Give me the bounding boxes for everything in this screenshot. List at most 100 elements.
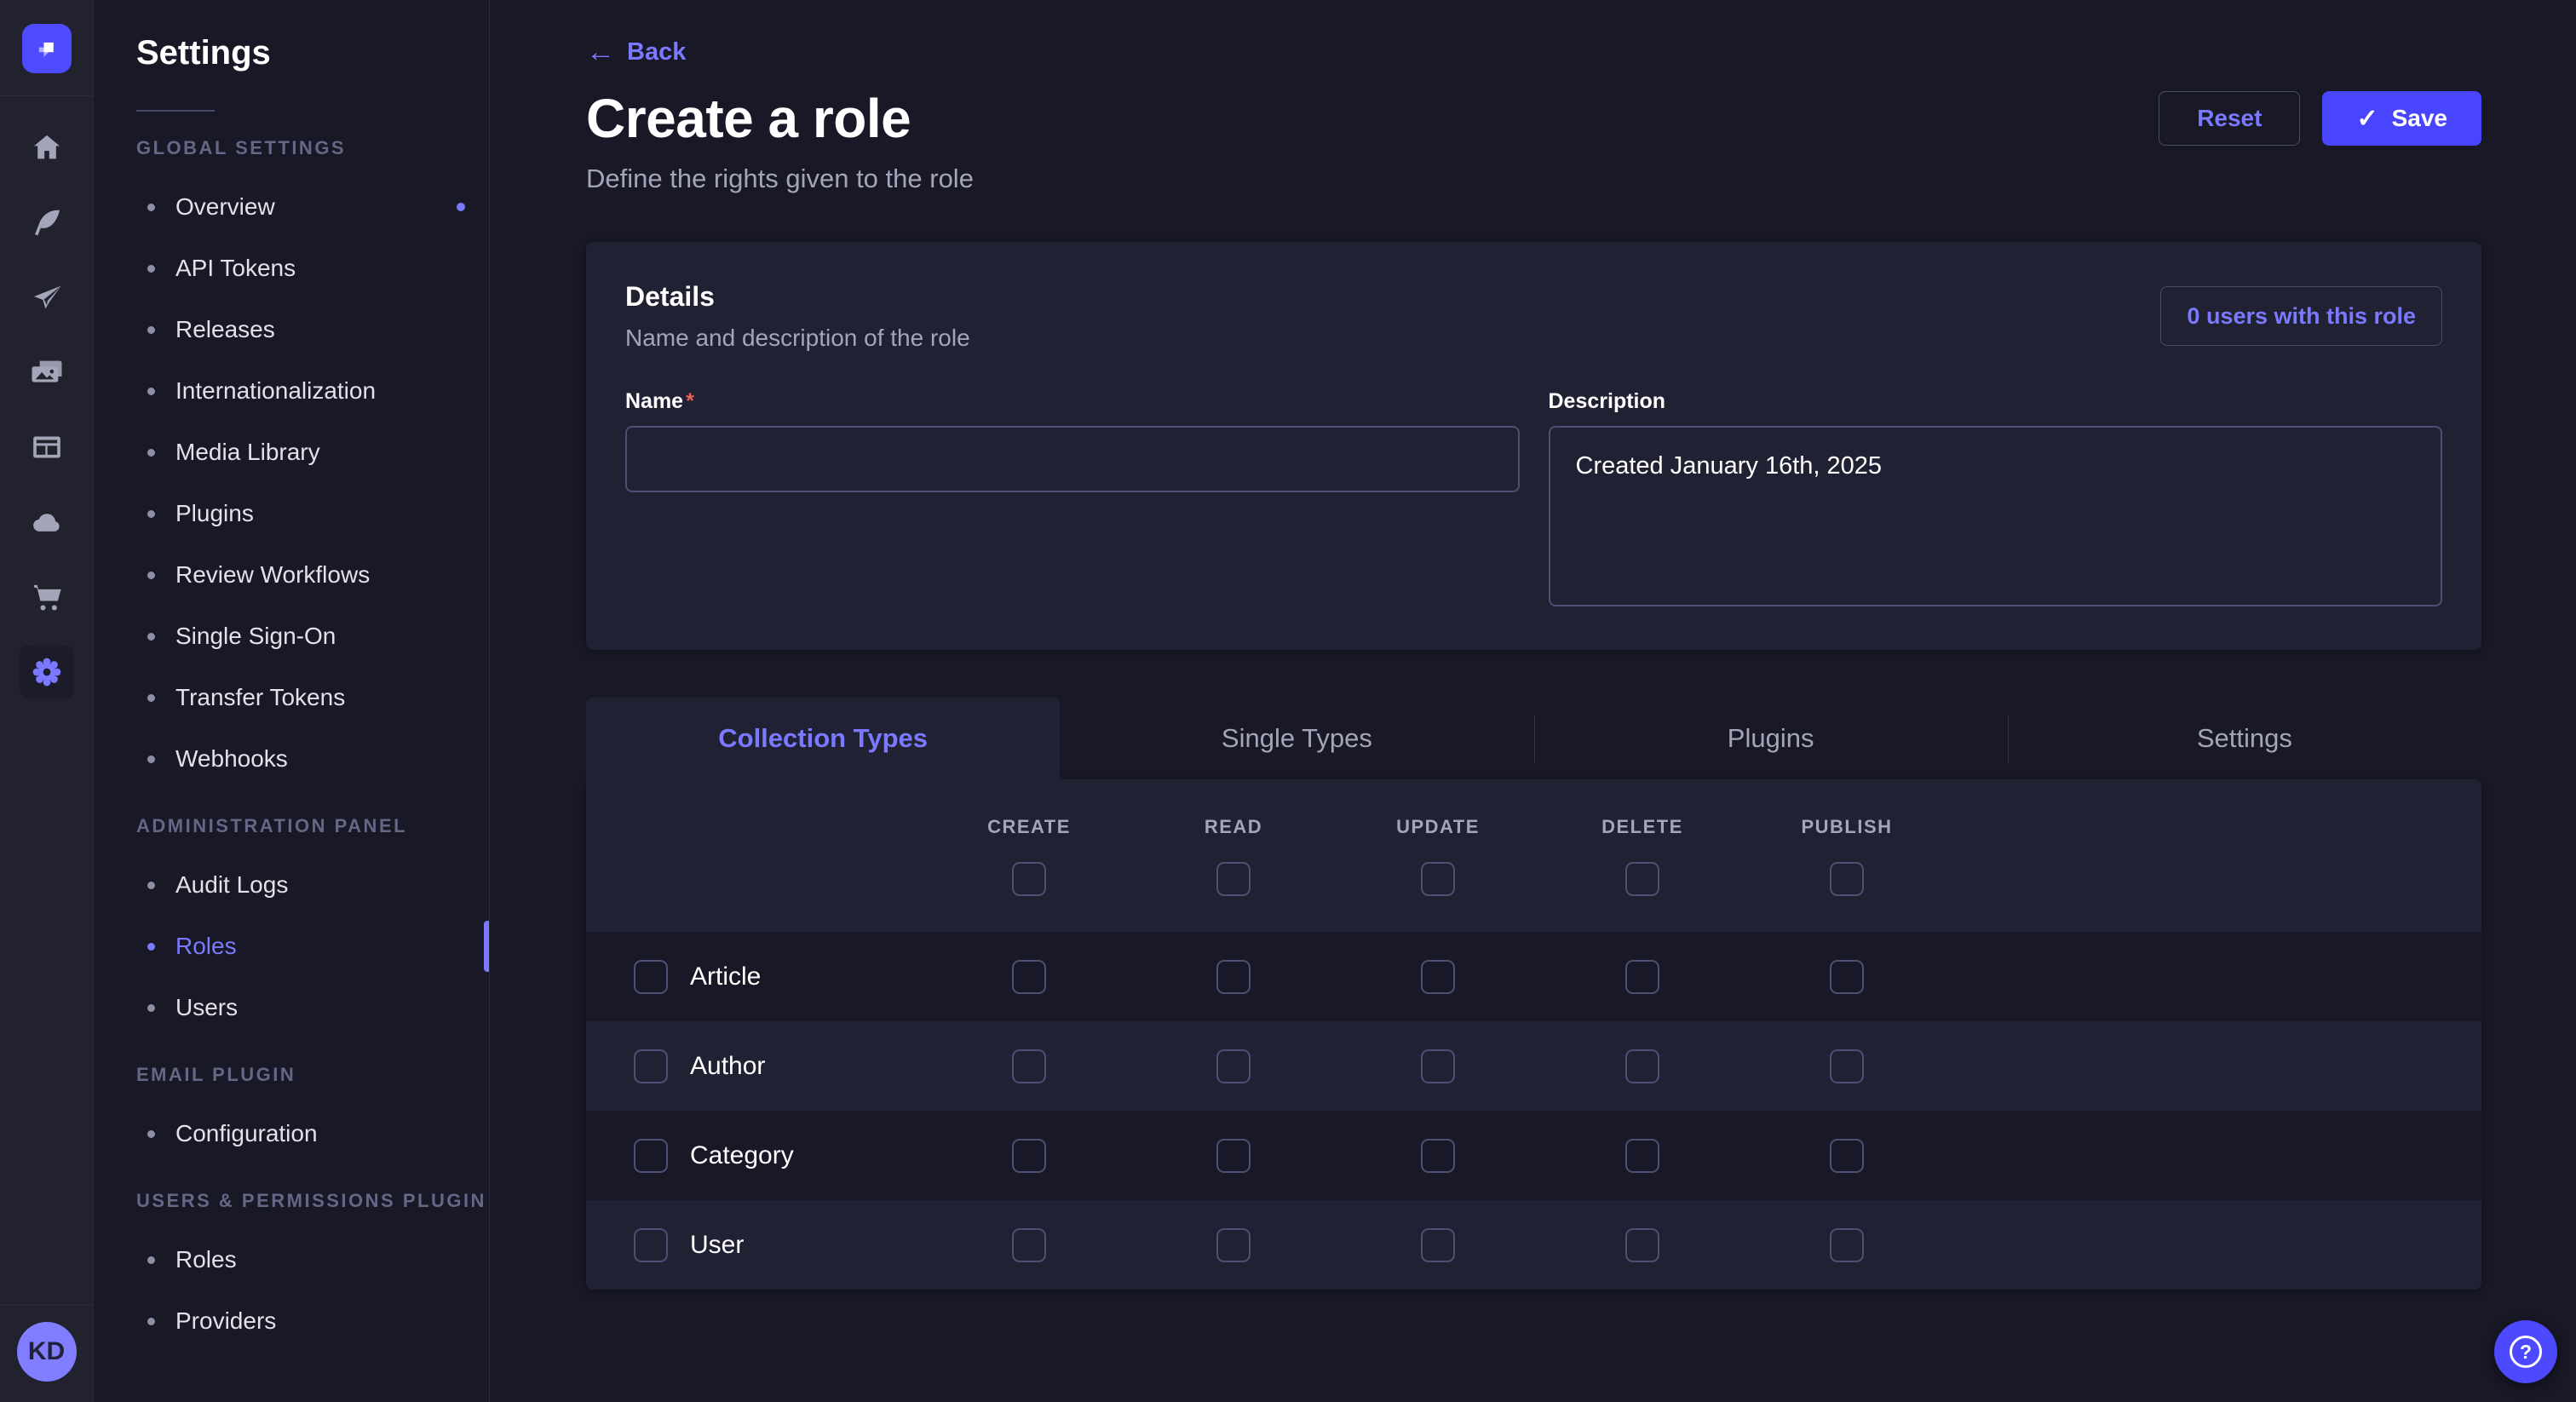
sidebar-item-plugins[interactable]: Plugins	[94, 483, 489, 544]
author-update-checkbox[interactable]	[1421, 1049, 1455, 1083]
sidebar-item-transfer-tokens[interactable]: Transfer Tokens	[94, 667, 489, 728]
details-card: Details Name and description of the role…	[586, 242, 2481, 650]
nav-home[interactable]	[9, 110, 84, 185]
sidebar-item-users[interactable]: Users	[94, 977, 489, 1038]
category-update-checkbox[interactable]	[1421, 1139, 1455, 1173]
sidebar-item-configuration[interactable]: Configuration	[94, 1103, 489, 1164]
article-create-checkbox[interactable]	[1012, 960, 1046, 994]
tab-plugins[interactable]: Plugins	[1534, 698, 2008, 779]
sidebar-item-audit-logs[interactable]: Audit Logs	[94, 854, 489, 916]
sidebar-item-releases[interactable]: Releases	[94, 299, 489, 360]
paper-plane-icon	[30, 280, 64, 314]
row-select-checkbox[interactable]	[634, 1228, 668, 1262]
select-all-publish-checkbox[interactable]	[1830, 862, 1864, 896]
bullet-icon	[147, 510, 155, 518]
page-subtitle: Define the rights given to the role	[586, 164, 2481, 194]
bullet-icon	[147, 1130, 155, 1138]
sidebar-item-overview[interactable]: Overview	[94, 176, 489, 238]
select-all-create-checkbox[interactable]	[1012, 862, 1046, 896]
category-delete-checkbox[interactable]	[1625, 1139, 1659, 1173]
name-input[interactable]	[625, 426, 1520, 492]
row-select-checkbox[interactable]	[634, 960, 668, 994]
tab-settings[interactable]: Settings	[2008, 698, 2481, 779]
author-create-checkbox[interactable]	[1012, 1049, 1046, 1083]
sidebar-item-single-sign-on[interactable]: Single Sign-On	[94, 606, 489, 667]
user-create-checkbox[interactable]	[1012, 1228, 1046, 1262]
nav-marketplace[interactable]	[9, 560, 84, 635]
images-icon	[30, 355, 64, 389]
user-publish-checkbox[interactable]	[1830, 1228, 1864, 1262]
user-update-checkbox[interactable]	[1421, 1228, 1455, 1262]
sidebar-item-internationalization[interactable]: Internationalization	[94, 360, 489, 422]
check-icon: ✓	[2356, 104, 2378, 134]
sidebar-item-api-tokens[interactable]: API Tokens	[94, 238, 489, 299]
name-label: Name*	[625, 389, 1520, 414]
author-publish-checkbox[interactable]	[1830, 1049, 1864, 1083]
section-administration-panel: ADMINISTRATION PANEL Audit Logs Roles Us…	[94, 815, 489, 1038]
article-delete-checkbox[interactable]	[1625, 960, 1659, 994]
user-delete-checkbox[interactable]	[1625, 1228, 1659, 1262]
user-read-checkbox[interactable]	[1216, 1228, 1251, 1262]
author-delete-checkbox[interactable]	[1625, 1049, 1659, 1083]
row-select-checkbox[interactable]	[634, 1139, 668, 1173]
sidebar-item-media-library[interactable]: Media Library	[94, 422, 489, 483]
select-all-read-checkbox[interactable]	[1216, 862, 1251, 896]
permission-row-user: User	[586, 1200, 2481, 1290]
select-all-update-checkbox[interactable]	[1421, 862, 1455, 896]
sidebar-item-webhooks[interactable]: Webhooks	[94, 728, 489, 790]
section-label: GLOBAL SETTINGS	[94, 137, 489, 159]
divider	[1534, 715, 1535, 762]
strapi-logo-icon	[32, 34, 61, 63]
tab-single-types[interactable]: Single Types	[1060, 698, 1533, 779]
column-header-delete: DELETE	[1601, 816, 1683, 838]
nav-content-type-builder[interactable]	[9, 410, 84, 485]
sidebar-item-providers[interactable]: Providers	[94, 1290, 489, 1352]
divider	[136, 110, 215, 112]
main-content: ← Back Create a role Reset ✓ Save Define…	[490, 0, 2576, 1402]
select-all-delete-checkbox[interactable]	[1625, 862, 1659, 896]
section-global-settings: GLOBAL SETTINGS Overview API Tokens Rele…	[94, 137, 489, 790]
column-header-create: CREATE	[987, 816, 1071, 838]
nav-releases[interactable]	[9, 260, 84, 335]
sidebar-item-roles-up[interactable]: Roles	[94, 1229, 489, 1290]
cart-icon	[30, 580, 64, 614]
category-create-checkbox[interactable]	[1012, 1139, 1046, 1173]
article-read-checkbox[interactable]	[1216, 960, 1251, 994]
article-publish-checkbox[interactable]	[1830, 960, 1864, 994]
bullet-icon	[147, 882, 155, 889]
back-link[interactable]: ← Back	[586, 37, 686, 66]
home-icon	[30, 130, 64, 164]
reset-button[interactable]: Reset	[2159, 91, 2300, 146]
question-mark-icon: ?	[2510, 1336, 2542, 1368]
help-button[interactable]: ?	[2494, 1320, 2557, 1383]
divider	[0, 1304, 94, 1305]
settings-sidebar: Settings GLOBAL SETTINGS Overview API To…	[94, 0, 490, 1402]
nav-deploy[interactable]	[9, 485, 84, 560]
row-select-checkbox[interactable]	[634, 1049, 668, 1083]
sidebar-item-roles-admin[interactable]: Roles	[94, 916, 489, 977]
author-read-checkbox[interactable]	[1216, 1049, 1251, 1083]
bullet-icon	[147, 449, 155, 457]
section-email-plugin: EMAIL PLUGIN Configuration	[94, 1064, 489, 1164]
strapi-logo[interactable]	[22, 24, 72, 73]
bullet-icon	[147, 756, 155, 763]
save-button[interactable]: ✓ Save	[2322, 91, 2481, 146]
article-update-checkbox[interactable]	[1421, 960, 1455, 994]
bullet-icon	[147, 633, 155, 641]
bullet-icon	[147, 204, 155, 211]
sidebar-item-review-workflows[interactable]: Review Workflows	[94, 544, 489, 606]
user-avatar[interactable]: KD	[17, 1322, 77, 1382]
category-publish-checkbox[interactable]	[1830, 1139, 1864, 1173]
nav-media-library[interactable]	[9, 335, 84, 410]
description-textarea[interactable]: Created January 16th, 2025	[1549, 426, 2443, 606]
tab-collection-types[interactable]: Collection Types	[586, 698, 1060, 779]
category-read-checkbox[interactable]	[1216, 1139, 1251, 1173]
users-with-role-button[interactable]: 0 users with this role	[2160, 286, 2442, 346]
bullet-icon	[147, 694, 155, 702]
nav-settings[interactable]	[9, 635, 84, 710]
nav-content-manager[interactable]	[9, 185, 84, 260]
permissions-tabs: Collection Types Single Types Plugins Se…	[586, 698, 2481, 779]
bullet-icon	[147, 1004, 155, 1012]
bullet-icon	[147, 388, 155, 395]
description-label: Description	[1549, 389, 2443, 414]
